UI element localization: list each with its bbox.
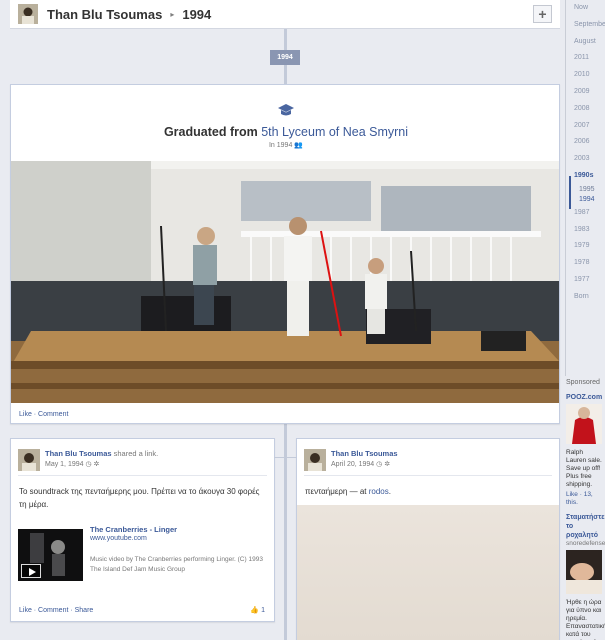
scrubber-item-august[interactable]: August [566, 34, 605, 51]
ad-like-link[interactable]: Like · 13, this. [566, 491, 605, 507]
profile-name-link[interactable]: Than Blu Tsoumas [47, 7, 162, 22]
profile-avatar[interactable] [18, 4, 38, 24]
graduation-cap-icon [278, 104, 294, 116]
post-message: πενταήμερη — at rodos. [305, 485, 549, 498]
post-author-link[interactable]: Than Blu Tsoumas [45, 449, 112, 458]
concert-photo[interactable] [11, 161, 559, 403]
scrubber-item-1979[interactable]: 1979 [566, 238, 605, 255]
clock-icon: ◷ [85, 461, 92, 468]
scrubber-item-2007[interactable]: 2007 [566, 118, 605, 135]
ad2-image[interactable] [566, 550, 602, 594]
graduation-card: Graduated from 5th Lyceum of Nea Smyrni … [10, 84, 560, 424]
post-actions[interactable]: Like · Comment · Share [19, 607, 93, 614]
scrubber-item-1978[interactable]: 1978 [566, 255, 605, 272]
shared-link-post: Than Blu Tsoumas shared a link. May 1, 1… [10, 438, 284, 622]
link-title[interactable]: The Cranberries - Linger [90, 525, 177, 534]
post-author-avatar[interactable] [18, 449, 40, 471]
friends-icon: 👥 [294, 142, 304, 149]
scrubber-item-1983[interactable]: 1983 [566, 222, 605, 239]
graduation-prefix: Graduated from [163, 125, 262, 139]
post-connector [287, 457, 297, 458]
like-count[interactable]: 👍 1 [250, 606, 265, 614]
play-icon[interactable] [21, 564, 41, 578]
photo-post: Than Blu Tsoumas April 20, 1994 ◷ ✲ πεντ… [287, 438, 560, 640]
sponsored-column: Sponsored POOZ.com Ralph Lauren sale. Sa… [565, 378, 605, 640]
sponsored-heading: Sponsored [566, 379, 600, 386]
scrubber-item-1995[interactable]: 1995 [566, 185, 605, 195]
scrubber-item-1990s[interactable]: 1990s [566, 168, 605, 185]
thumbs-up-icon: 👍 [250, 607, 260, 614]
post-connector [274, 457, 284, 458]
post-photo[interactable] [297, 505, 559, 640]
timeline-scrubber: Now September August 2011 2010 2009 2008… [565, 0, 605, 376]
ad2-text: Ήρθε η ώρα για ύπνο και ηρεμία. Επαναστα… [566, 599, 605, 640]
breadcrumb-year[interactable]: 1994 [182, 7, 211, 22]
post-date: April 20, 1994 ◷ ✲ [331, 460, 390, 468]
scrubber-item-1994[interactable]: 1994 [566, 195, 605, 205]
ad2-title-link[interactable]: Σταματήστε το ροχαλητό [566, 513, 605, 540]
scrubber-item-1987[interactable]: 1987 [566, 205, 605, 222]
gear-icon[interactable]: ✲ [384, 461, 390, 468]
scrubber-item-2003[interactable]: 2003 [566, 151, 605, 168]
scrubber-item-2011[interactable]: 2011 [566, 50, 605, 67]
post-date-text[interactable]: May 1, 1994 [45, 461, 84, 468]
like-count-value: 1 [261, 607, 265, 614]
post-date-text[interactable]: April 20, 1994 [331, 461, 374, 468]
graduation-title: Graduated from 5th Lyceum of Nea Smyrni [11, 125, 561, 139]
timeline-header: Than Blu Tsoumas ▸ 1994 + [10, 0, 560, 29]
add-button[interactable]: + [533, 5, 552, 23]
link-description: Music video by The Cranberries performin… [90, 556, 263, 573]
ad-text: Ralph Lauren sale. Save up off! Plus fre… [566, 449, 602, 488]
post-shared-text: shared a link. [111, 449, 159, 458]
post-message-end: . [388, 487, 391, 496]
graduation-date-text: In 1994 [268, 142, 293, 149]
clock-icon: ◷ [376, 461, 383, 468]
gear-icon[interactable]: ✲ [94, 461, 100, 468]
scrubber-item-2009[interactable]: 2009 [566, 84, 605, 101]
post-divider [304, 475, 552, 476]
post-message-text: πενταήμερη — at [305, 487, 369, 496]
link-url[interactable]: www.youtube.com [90, 535, 147, 542]
year-marker[interactable]: 1994 [270, 50, 300, 65]
ad-image[interactable] [566, 404, 602, 444]
ad2-domain: snoredefense [566, 540, 605, 547]
scrubber-active-indicator [569, 176, 571, 209]
scrubber-item-2010[interactable]: 2010 [566, 67, 605, 84]
post-author-link[interactable]: Than Blu Tsoumas [331, 449, 398, 458]
scrubber-item-2008[interactable]: 2008 [566, 101, 605, 118]
post-date: May 1, 1994 ◷ ✲ [45, 460, 99, 468]
video-thumbnail[interactable] [18, 529, 83, 581]
scrubber-item-september[interactable]: September [566, 17, 605, 34]
ad-title-link[interactable]: POOZ.com [566, 393, 605, 402]
scrubber-item-2006[interactable]: 2006 [566, 134, 605, 151]
school-link[interactable]: 5th Lyceum of Nea Smyrni [261, 125, 408, 139]
graduation-date: In 1994 👥 [11, 141, 561, 149]
scrubber-item-born[interactable]: Born [566, 289, 605, 306]
post-divider [18, 475, 267, 476]
post-author-avatar[interactable] [304, 449, 326, 471]
graduation-like-comment[interactable]: Like · Comment [19, 411, 68, 418]
place-link[interactable]: rodos [369, 487, 389, 496]
scrubber-item-now[interactable]: Now [566, 0, 605, 17]
breadcrumb-arrow-icon: ▸ [170, 9, 175, 19]
post-author: Than Blu Tsoumas shared a link. [45, 449, 158, 458]
post-message: Το soundtrack της πενταήμερης μου. Πρέπε… [19, 487, 260, 509]
scrubber-item-1977[interactable]: 1977 [566, 272, 605, 289]
